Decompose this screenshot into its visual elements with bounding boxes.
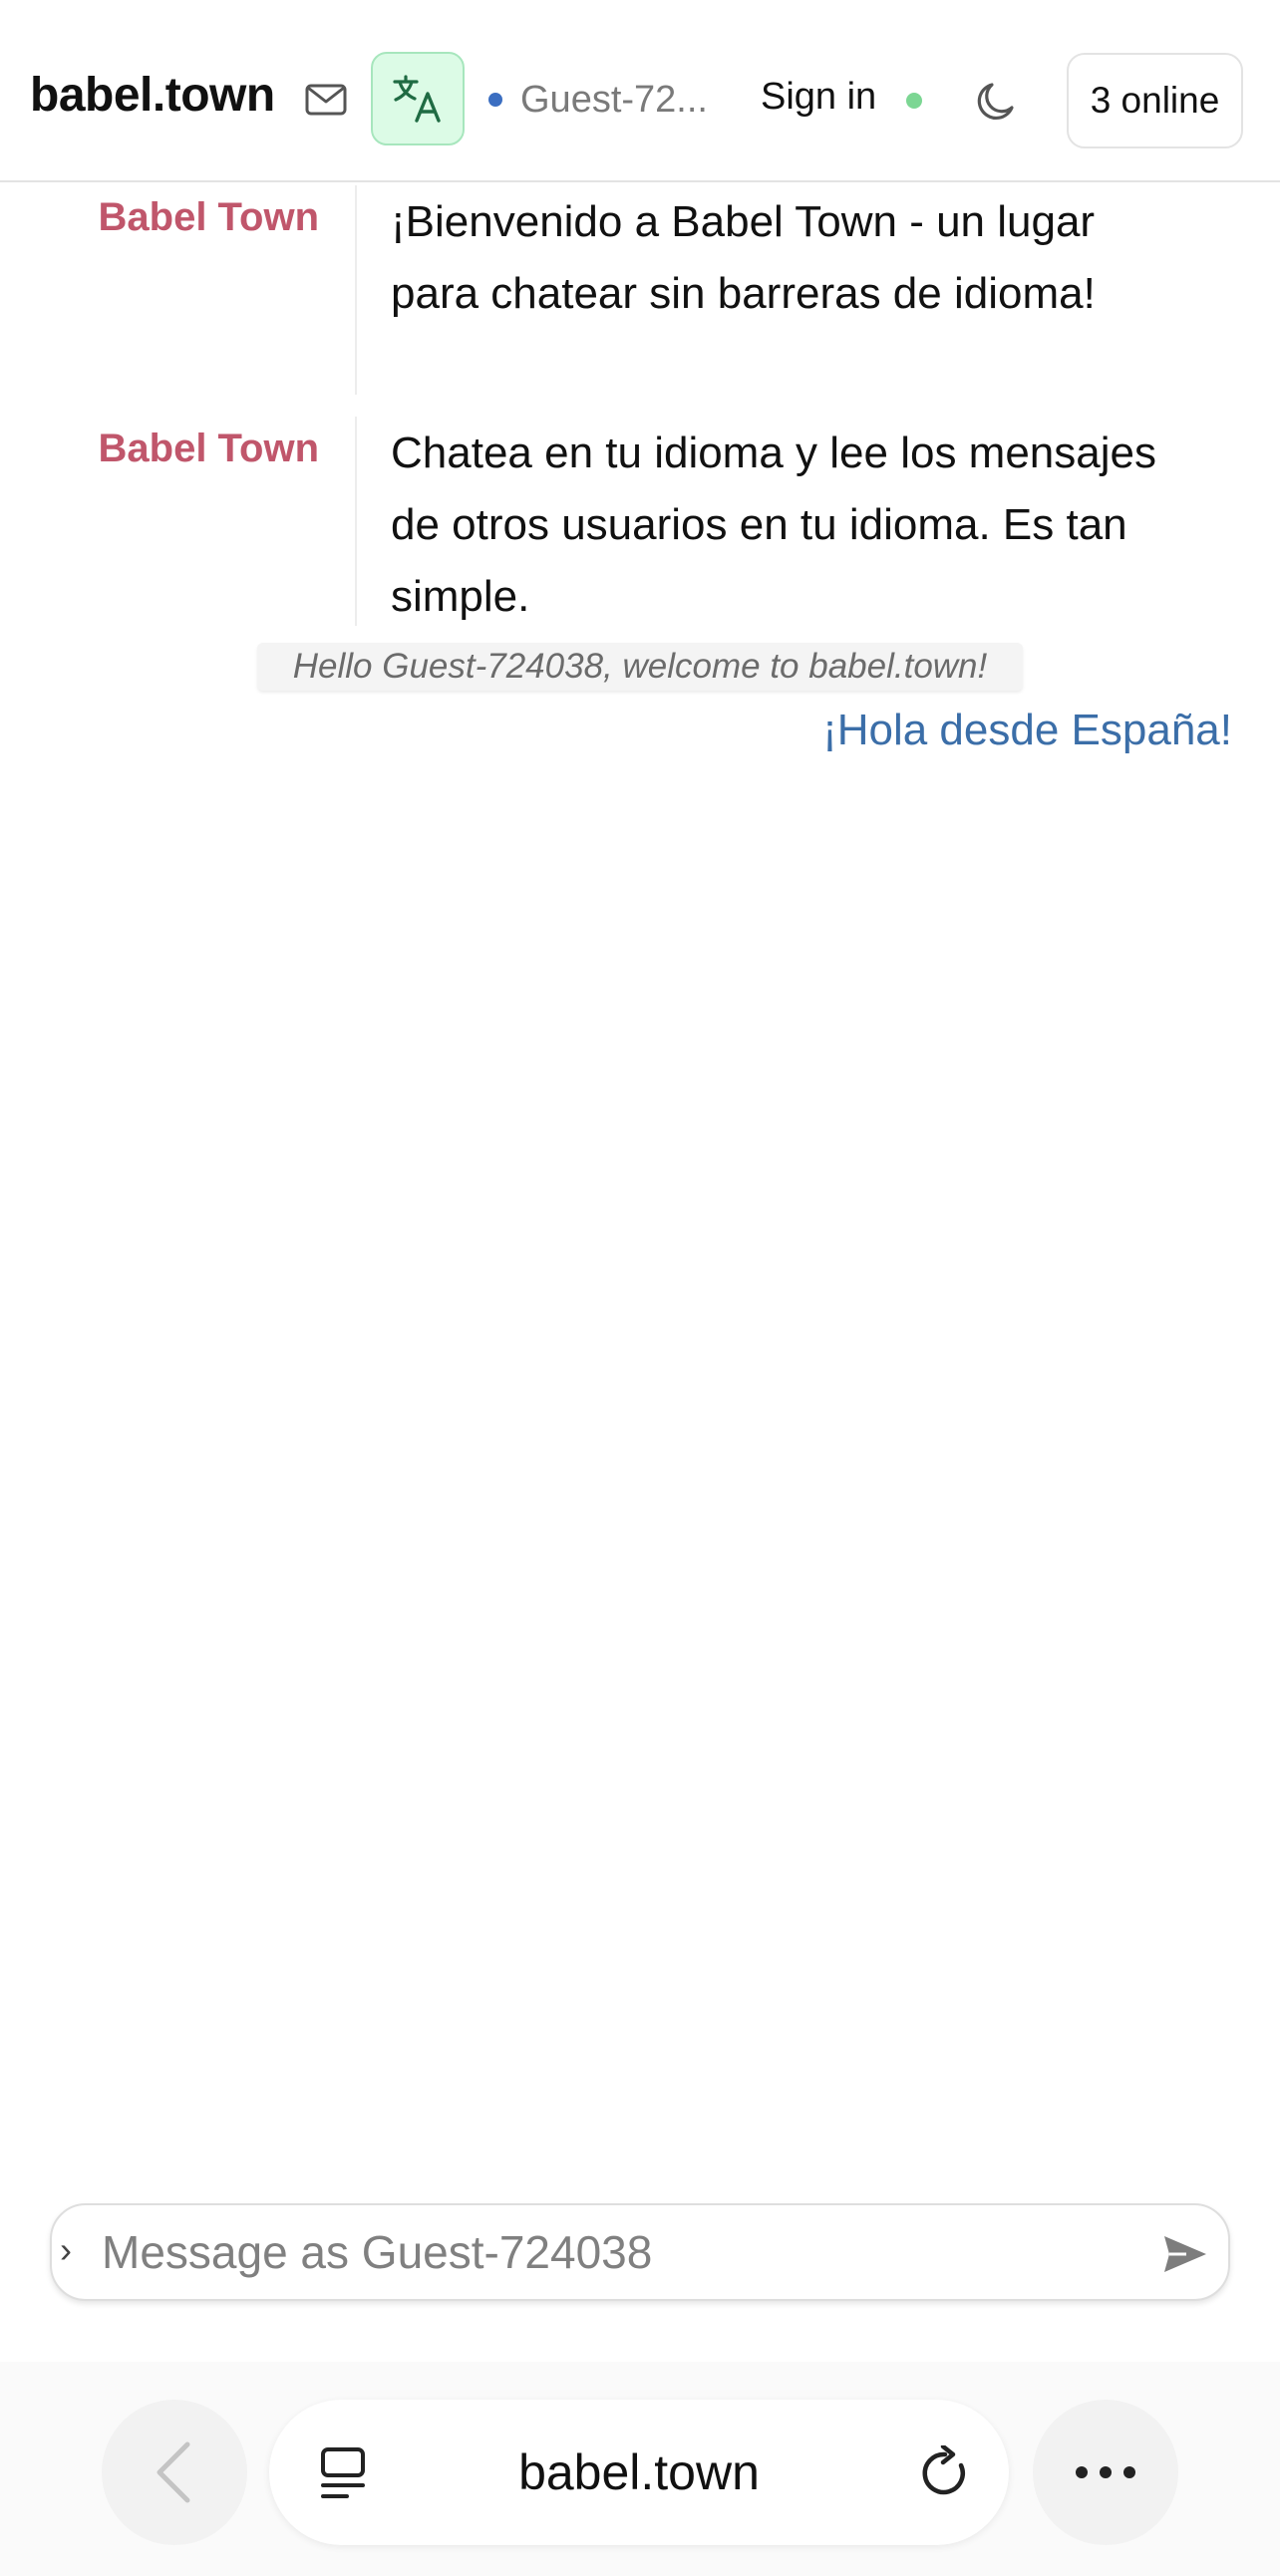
top-bar: babel.town Guest-72... Sign in 3 online [0, 0, 1280, 182]
current-user[interactable]: Guest-72... [488, 78, 710, 122]
online-count-badge[interactable]: 3 online [1067, 53, 1243, 148]
message-divider [355, 417, 357, 626]
more-options-button[interactable] [1033, 2400, 1178, 2545]
message-author[interactable]: Babel Town [99, 195, 319, 240]
address-bar[interactable]: babel.town [269, 2400, 1009, 2545]
chat-message: Babel Town ¡Bienvenido a Babel Town - un… [0, 185, 1280, 405]
back-button[interactable] [102, 2400, 247, 2545]
mail-icon[interactable] [304, 78, 348, 122]
translate-toggle-button[interactable] [371, 52, 465, 145]
message-input[interactable] [102, 2221, 1148, 2283]
message-text: ¡Bienvenido a Babel Town - un lugar para… [391, 197, 1096, 318]
sign-in-button[interactable]: Sign in [761, 76, 876, 119]
user-name-label: Guest-72... [520, 78, 708, 121]
connection-status-dot [906, 93, 922, 109]
message-author[interactable]: Babel Town [99, 427, 319, 471]
user-status-dot [488, 93, 502, 107]
message-divider [355, 185, 357, 395]
message-text: Chatea en tu idioma y lee los mensajes d… [391, 429, 1156, 621]
send-icon[interactable] [1160, 2231, 1210, 2277]
own-message: ¡Hola desde España! [822, 706, 1232, 754]
browser-toolbar: babel.town [0, 2362, 1280, 2576]
welcome-notice: Hello Guest-724038, welcome to babel.tow… [257, 643, 1023, 691]
tabs-icon[interactable] [317, 2445, 371, 2501]
chat-page: babel.town Guest-72... Sign in 3 online [0, 0, 1280, 2576]
translate-icon [393, 75, 441, 123]
reload-icon[interactable] [917, 2443, 973, 2501]
chat-message: Babel Town Chatea en tu idioma y lee los… [0, 417, 1280, 636]
url-text: babel.town [518, 2444, 760, 2500]
moon-icon[interactable] [972, 78, 1020, 126]
brand-logo[interactable]: babel.town [30, 68, 275, 123]
message-composer: › [50, 2203, 1230, 2301]
chevron-right-icon: › [60, 2229, 72, 2270]
chevron-left-icon [157, 2441, 190, 2503]
ellipsis-icon [1076, 2466, 1135, 2478]
